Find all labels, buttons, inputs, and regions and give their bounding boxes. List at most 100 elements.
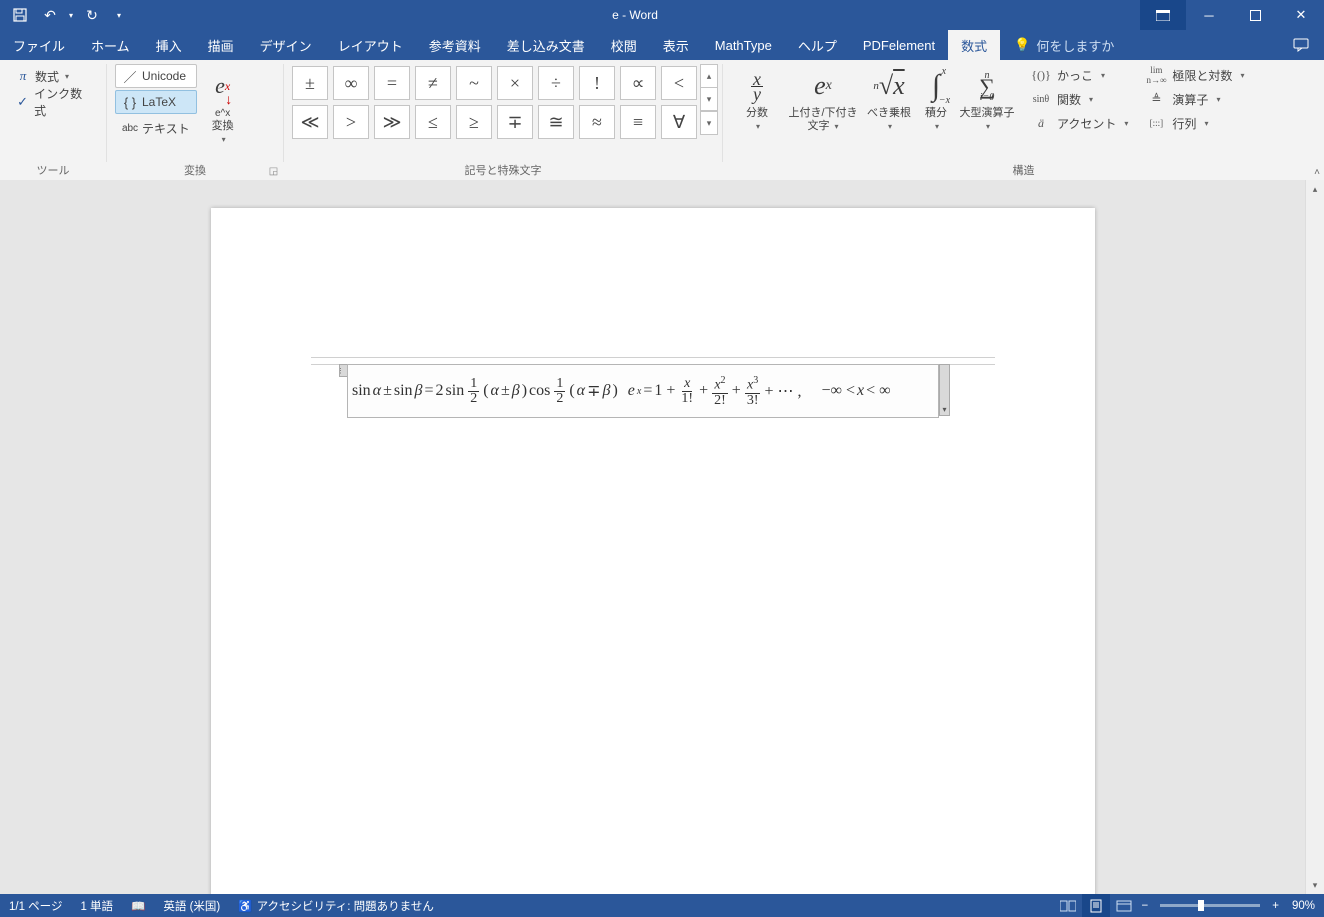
group-tools: π数式▾ ✓インク数式 ツール xyxy=(0,60,106,180)
minimize-button[interactable]: ─ xyxy=(1186,0,1232,30)
close-button[interactable]: ✕ xyxy=(1278,0,1324,30)
ribbon: π数式▾ ✓インク数式 ツール ／Unicode { }LaTeX abcテキス… xyxy=(0,60,1324,181)
page[interactable]: ⋮⋮ sin α ± sin β = 2 sin 12 (α ± β) cos … xyxy=(211,208,1095,894)
function-button[interactable]: sinθ関数▾ xyxy=(1027,88,1132,110)
tab-references[interactable]: 参考資料 xyxy=(416,30,494,60)
symbol-∓[interactable]: ∓ xyxy=(497,105,533,139)
spellcheck-status[interactable]: 📖 xyxy=(122,899,154,913)
qat-customize[interactable]: ▾ xyxy=(114,1,124,29)
ribbon-display-options[interactable] xyxy=(1140,0,1186,30)
fraction-button[interactable]: xy分数▾ xyxy=(731,64,783,133)
comments-button[interactable] xyxy=(1278,30,1324,60)
zoom-level[interactable]: 90% xyxy=(1283,900,1324,912)
script-button[interactable]: ex上付き/下付き 文字 ▾ xyxy=(783,64,863,133)
bracket-button[interactable]: {()}かっこ▾ xyxy=(1027,64,1132,86)
tab-equation[interactable]: 数式 xyxy=(948,30,1000,60)
radical-button[interactable]: n√xべき乗根▾ xyxy=(863,64,915,133)
symbol-![interactable]: ! xyxy=(579,66,615,100)
zoom-slider[interactable] xyxy=(1160,904,1260,907)
tab-mathtype[interactable]: MathType xyxy=(702,30,785,60)
undo-button[interactable]: ↶ xyxy=(36,1,64,29)
zoom-in-button[interactable]: + xyxy=(1268,900,1283,912)
operator-icon: ≜ xyxy=(1146,92,1166,107)
undo-dropdown[interactable]: ▾ xyxy=(66,1,76,29)
tab-draw[interactable]: 描画 xyxy=(195,30,247,60)
read-mode-button[interactable] xyxy=(1054,894,1082,917)
symbol-≡[interactable]: ≡ xyxy=(620,105,656,139)
symbol-≅[interactable]: ≅ xyxy=(538,105,574,139)
maximize-button[interactable] xyxy=(1232,0,1278,30)
symbol-≥[interactable]: ≥ xyxy=(456,105,492,139)
symbol-scroll-up[interactable]: ▴ xyxy=(700,64,718,87)
symbol-~[interactable]: ~ xyxy=(456,66,492,100)
scroll-down-button[interactable]: ▾ xyxy=(1306,876,1324,894)
large-operator-button[interactable]: n∑i=0大型演算子▾ xyxy=(957,64,1017,133)
tab-design[interactable]: デザイン xyxy=(247,30,325,60)
tab-mailings[interactable]: 差し込み文書 xyxy=(494,30,598,60)
symbol-row-1: ±∞=≠~×÷!∝< xyxy=(292,66,697,100)
symbol-≠[interactable]: ≠ xyxy=(415,66,451,100)
symbol-gallery-spinner: ▴ ▾ ▾ xyxy=(700,64,718,135)
ink-equation-button[interactable]: ✓インク数式 xyxy=(8,90,98,114)
tab-insert[interactable]: 挿入 xyxy=(143,30,195,60)
page-count[interactable]: 1/1 ページ xyxy=(0,898,71,914)
web-layout-button[interactable] xyxy=(1110,894,1138,917)
accent-button[interactable]: äアクセント▾ xyxy=(1027,112,1132,134)
unicode-button[interactable]: ／Unicode xyxy=(115,64,197,88)
accent-icon: ä xyxy=(1031,116,1051,131)
redo-button[interactable]: ↻ xyxy=(78,1,106,29)
convert-button[interactable]: ex↓ e^x 変換▾ xyxy=(203,64,243,146)
collapse-ribbon-button[interactable]: ˄ xyxy=(1314,167,1320,178)
symbol-=[interactable]: = xyxy=(374,66,410,100)
matrix-button[interactable]: [:::]行列▾ xyxy=(1142,112,1248,134)
radical-icon: n√x xyxy=(873,66,904,106)
operator-button[interactable]: ≜演算子▾ xyxy=(1142,88,1248,110)
tab-layout[interactable]: レイアウト xyxy=(325,30,416,60)
equation-content[interactable]: sin α ± sin β = 2 sin 12 (α ± β) cos 12 … xyxy=(348,374,895,408)
symbol-gallery-expand[interactable]: ▾ xyxy=(700,111,718,135)
symbol-≪[interactable]: ≪ xyxy=(292,105,328,139)
vertical-scrollbar[interactable]: ▴ ▾ xyxy=(1305,180,1324,894)
tab-view[interactable]: 表示 xyxy=(650,30,702,60)
tab-home[interactable]: ホーム xyxy=(78,30,143,60)
symbol-±[interactable]: ± xyxy=(292,66,328,100)
tab-review[interactable]: 校閲 xyxy=(598,30,650,60)
symbol->[interactable]: > xyxy=(333,105,369,139)
symbol-∀[interactable]: ∀ xyxy=(661,105,697,139)
tab-file[interactable]: ファイル xyxy=(0,30,78,60)
quick-access-toolbar: ↶▾ ↻ ▾ xyxy=(0,1,130,29)
equation-options-handle[interactable]: ▾ xyxy=(939,364,950,416)
symbol-<[interactable]: < xyxy=(661,66,697,100)
language-status[interactable]: 英語 (米国) xyxy=(154,898,229,914)
tab-pdfelement[interactable]: PDFelement xyxy=(850,30,948,60)
limit-button[interactable]: limn→∞極限と対数▾ xyxy=(1142,64,1248,86)
save-button[interactable] xyxy=(6,1,34,29)
symbol-×[interactable]: × xyxy=(497,66,533,100)
bracket-icon: {()} xyxy=(1031,68,1051,83)
symbol-≤[interactable]: ≤ xyxy=(415,105,451,139)
symbol-≈[interactable]: ≈ xyxy=(579,105,615,139)
conversion-dialog-launcher[interactable]: ◲ xyxy=(267,165,280,178)
symbol-scroll-down[interactable]: ▾ xyxy=(700,87,718,111)
tab-help[interactable]: ヘルプ xyxy=(785,30,850,60)
print-layout-button[interactable] xyxy=(1082,894,1110,917)
symbol-∞[interactable]: ∞ xyxy=(333,66,369,100)
symbol-∝[interactable]: ∝ xyxy=(620,66,656,100)
ribbon-tabs: ファイル ホーム 挿入 描画 デザイン レイアウト 参考資料 差し込み文書 校閲… xyxy=(0,30,1324,60)
symbol-÷[interactable]: ÷ xyxy=(538,66,574,100)
matrix-icon: [:::] xyxy=(1146,118,1166,128)
tell-me-search[interactable]: 💡 何をしますか xyxy=(1000,30,1128,60)
latex-button[interactable]: { }LaTeX xyxy=(115,90,197,114)
scroll-up-button[interactable]: ▴ xyxy=(1306,180,1324,198)
text-button[interactable]: abcテキスト xyxy=(115,116,197,140)
window-buttons: ─ ✕ xyxy=(1140,0,1324,30)
limit-icon: limn→∞ xyxy=(1146,65,1166,85)
braces-icon: { } xyxy=(122,95,138,110)
symbol-≫[interactable]: ≫ xyxy=(374,105,410,139)
equation-editor[interactable]: sin α ± sin β = 2 sin 12 (α ± β) cos 12 … xyxy=(347,364,939,418)
word-count[interactable]: 1 単語 xyxy=(71,898,122,914)
accessibility-status[interactable]: ♿アクセシビリティ: 問題ありません xyxy=(229,898,443,914)
zoom-out-button[interactable]: − xyxy=(1138,900,1153,912)
integral-button[interactable]: ∫x−x積分▾ xyxy=(915,64,957,133)
document-area[interactable]: ⋮⋮ sin α ± sin β = 2 sin 12 (α ± β) cos … xyxy=(0,180,1306,894)
